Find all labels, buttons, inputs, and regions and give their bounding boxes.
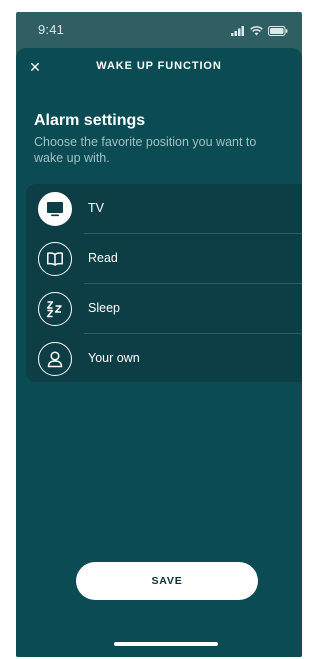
section-title: Alarm settings — [34, 112, 146, 129]
user-icon — [38, 342, 72, 376]
sheet-title: WAKE UP FUNCTION — [96, 60, 222, 72]
status-icons — [231, 23, 288, 41]
sleep-zzz-icon — [38, 292, 72, 326]
option-sleep[interactable]: Sleep — [26, 284, 302, 334]
tv-icon — [38, 192, 72, 226]
option-label: Read — [88, 251, 118, 265]
options-card: TV Read Sleep Your own — [26, 184, 302, 382]
option-label: Your own — [88, 351, 140, 365]
status-bar: 9:41 — [16, 12, 302, 48]
option-tv[interactable]: TV — [26, 184, 302, 234]
phone-screen: 9:41 ✕ WAKE UP FUNCTION Alarm settings C… — [16, 12, 302, 657]
save-button[interactable]: SAVE — [76, 562, 258, 600]
status-time: 9:41 — [38, 22, 65, 37]
signal-icon — [231, 23, 245, 41]
wifi-icon — [250, 23, 263, 41]
book-icon — [38, 242, 72, 276]
option-label: Sleep — [88, 301, 120, 315]
battery-icon — [268, 23, 288, 41]
home-indicator — [114, 642, 218, 646]
section-description: Choose the favorite position you want to… — [34, 135, 257, 165]
option-label: TV — [88, 201, 104, 215]
wake-up-sheet: ✕ WAKE UP FUNCTION Alarm settings Choose… — [16, 48, 302, 657]
option-your-own[interactable]: Your own — [26, 334, 302, 384]
option-read[interactable]: Read — [26, 234, 302, 284]
